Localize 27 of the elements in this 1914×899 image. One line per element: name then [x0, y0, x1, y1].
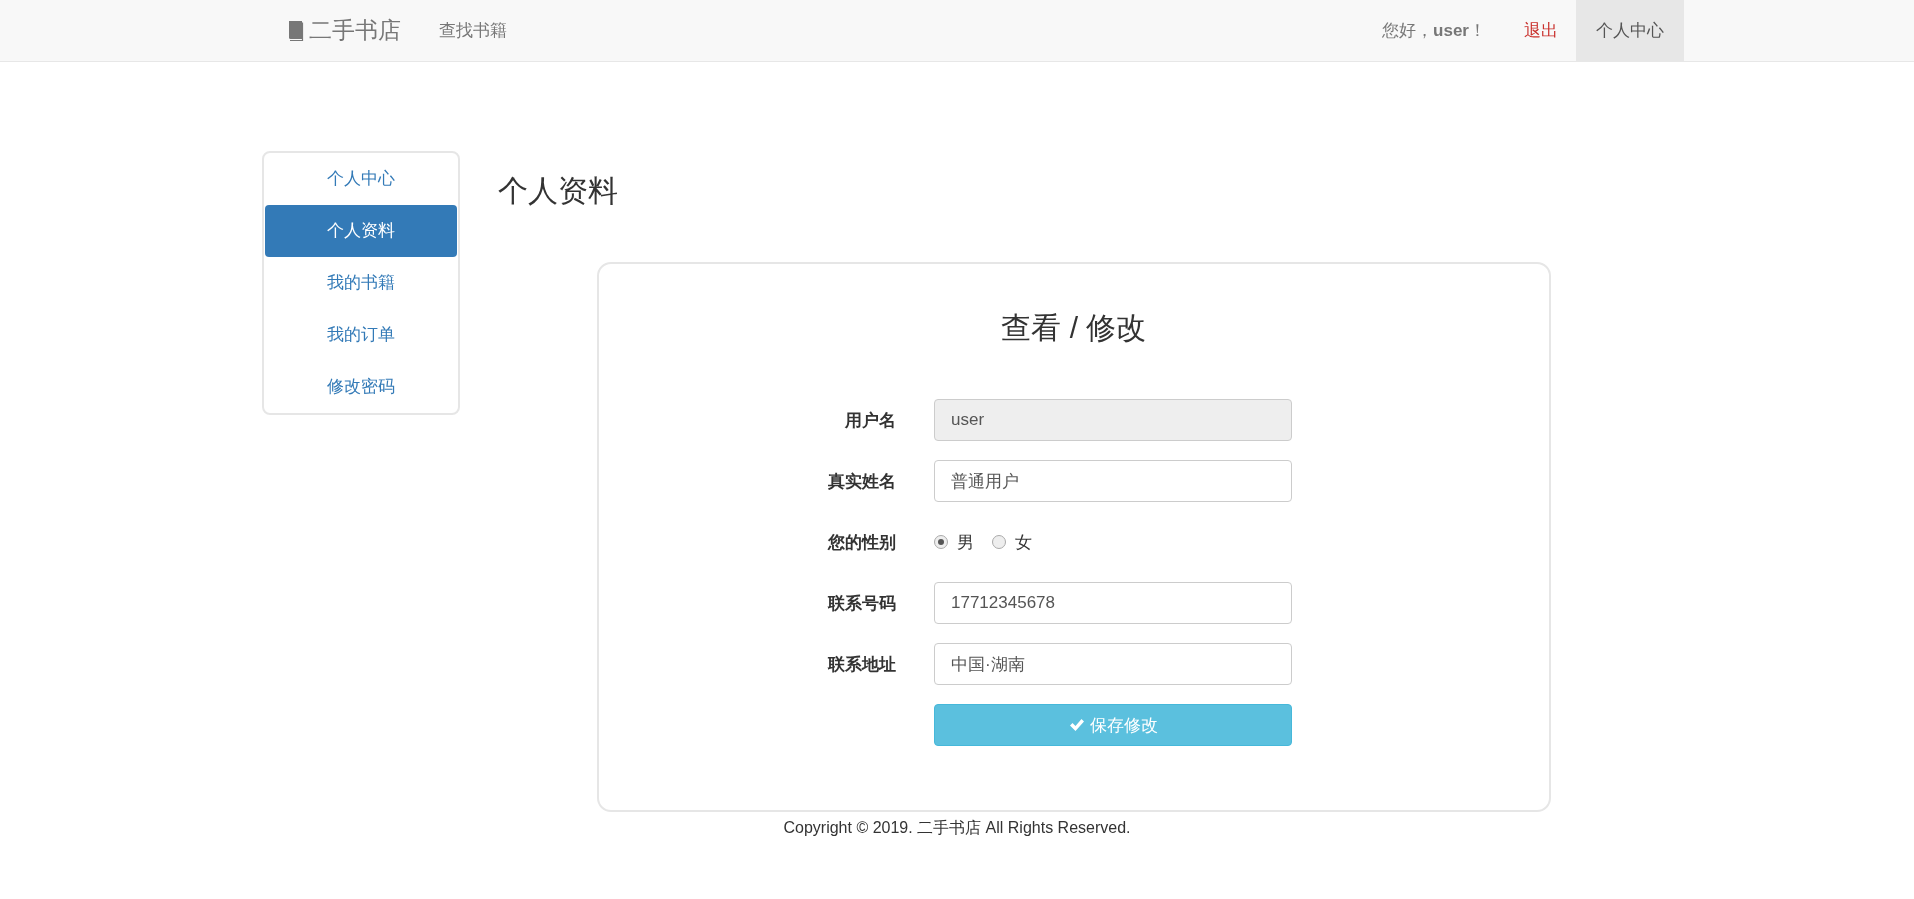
- form-title: 查看 / 修改: [1000, 310, 1148, 346]
- nav-link[interactable]: 查找书籍: [439, 0, 507, 61]
- account-tab[interactable]: 个人中心: [1576, 0, 1684, 61]
- field-label: 联系地址: [826, 653, 896, 676]
- sidebar-item[interactable]: 个人中心: [265, 153, 457, 205]
- book-icon: [287, 20, 304, 41]
- radio-button[interactable]: [934, 535, 948, 549]
- field-label: 您的性别: [826, 531, 896, 554]
- field-label: 联系号码: [826, 592, 896, 615]
- brand-link[interactable]: 二手书店: [287, 0, 401, 61]
- check-icon: [1068, 718, 1085, 732]
- sidebar-item[interactable]: 我的订单: [265, 309, 457, 361]
- input-field[interactable]: 17712345678: [934, 582, 1292, 624]
- sidebar-item[interactable]: 个人资料: [265, 205, 457, 257]
- logout-link[interactable]: 退出: [1524, 0, 1558, 61]
- radio-label: 女: [1015, 531, 1032, 554]
- field-label: 用户名: [844, 409, 896, 432]
- sidebar-item[interactable]: 修改密码: [265, 361, 457, 413]
- input-field[interactable]: 中国·湖南: [934, 643, 1292, 685]
- greeting-text: 您好，user！: [1382, 19, 1486, 42]
- page-title: 个人资料: [498, 173, 619, 209]
- copyright-text: Copyright © 2019. 二手书店 All Rights Reserved.: [783, 819, 1131, 836]
- input-field[interactable]: 普通用户: [934, 460, 1292, 502]
- radio-button[interactable]: [992, 535, 1006, 549]
- sidebar-item[interactable]: 我的书籍: [265, 257, 457, 309]
- radio-label: 男: [957, 531, 974, 554]
- field-label: 真实姓名: [827, 470, 896, 493]
